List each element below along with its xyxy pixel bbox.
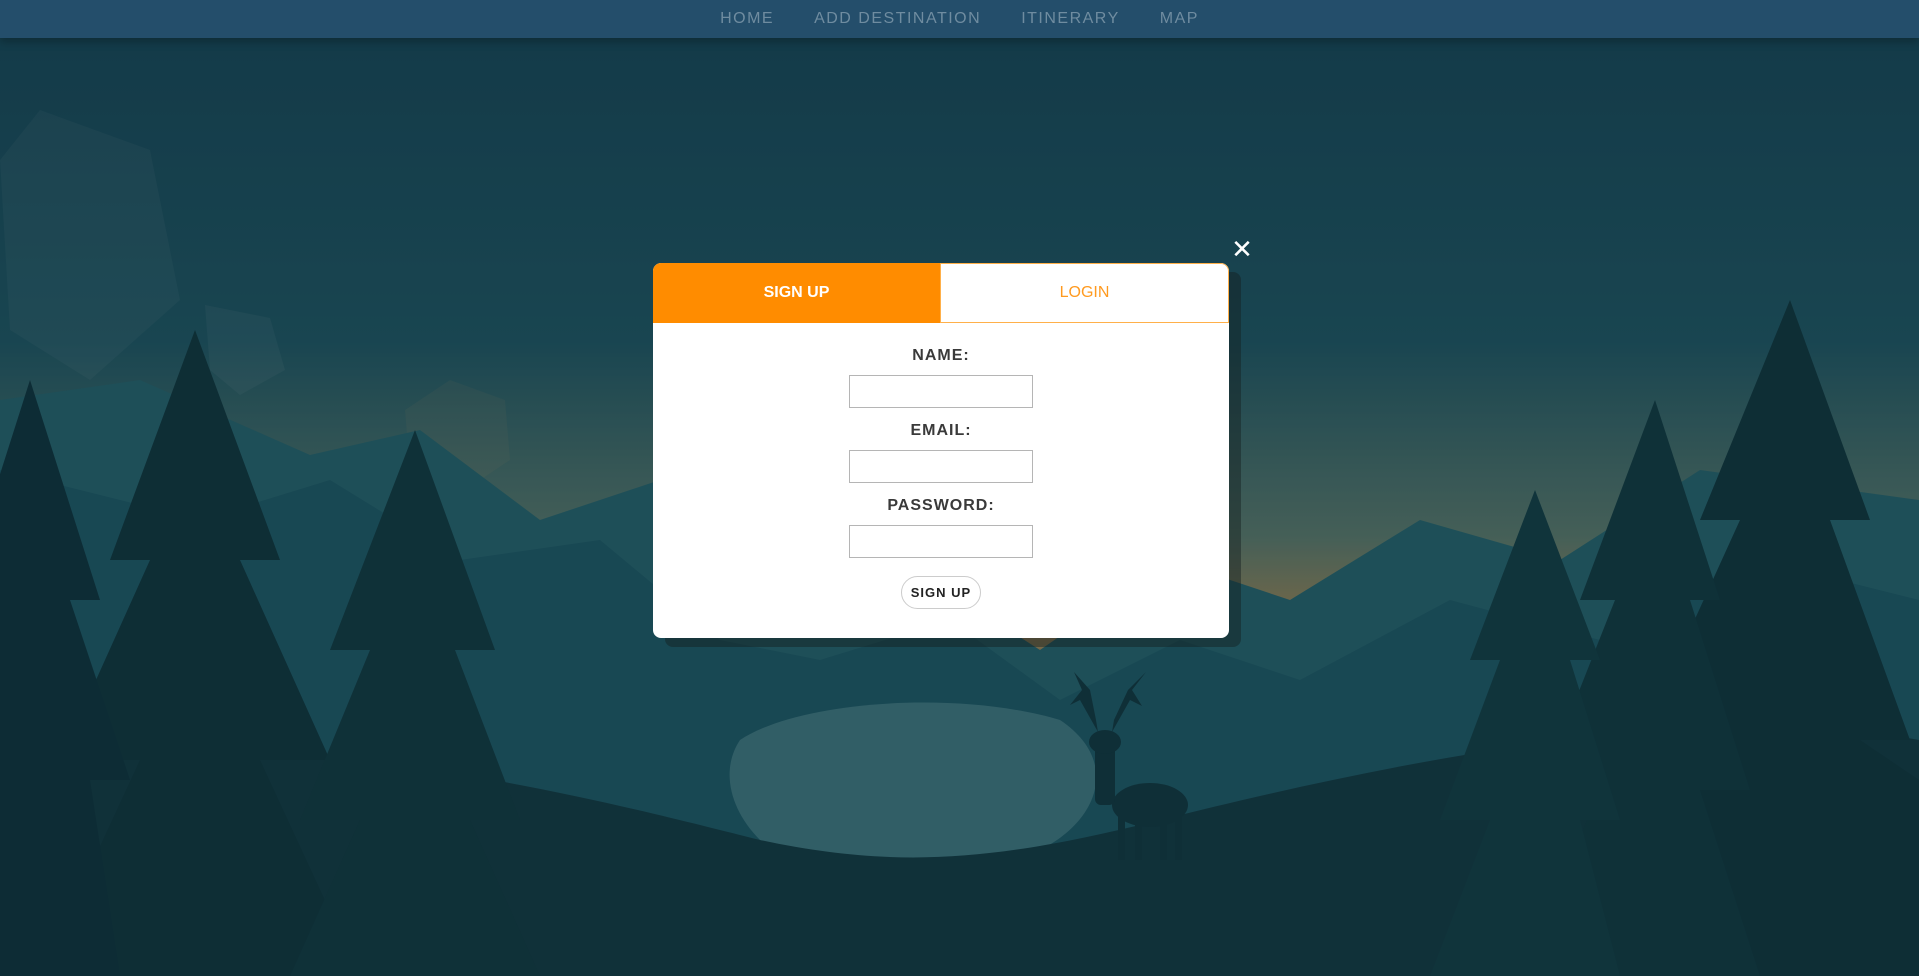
auth-tabs: SIGN UP LOGIN	[653, 263, 1229, 323]
email-label: EMAIL:	[910, 422, 972, 439]
password-field[interactable]	[849, 525, 1033, 558]
nav-add-destination-link[interactable]: ADD DESTINATION	[814, 10, 981, 28]
tab-login[interactable]: LOGIN	[940, 263, 1229, 323]
name-field[interactable]	[849, 375, 1033, 408]
password-label: PASSWORD:	[887, 497, 995, 514]
top-navigation: HOME ADD DESTINATION ITINERARY MAP	[0, 0, 1919, 38]
nav-home-link[interactable]: HOME	[720, 10, 774, 28]
nav-itinerary-link[interactable]: ITINERARY	[1021, 10, 1120, 28]
auth-modal: SIGN UP LOGIN NAME: EMAIL: PASSWORD: SIG…	[653, 263, 1229, 638]
email-field[interactable]	[849, 450, 1033, 483]
close-icon[interactable]: ✕	[1230, 236, 1254, 262]
sign-up-form: NAME: EMAIL: PASSWORD: SIGN UP	[653, 323, 1229, 609]
tab-sign-up[interactable]: SIGN UP	[653, 263, 940, 323]
nav-map-link[interactable]: MAP	[1160, 10, 1199, 28]
sign-up-submit-button[interactable]: SIGN UP	[900, 576, 982, 609]
name-label: NAME:	[912, 347, 970, 364]
